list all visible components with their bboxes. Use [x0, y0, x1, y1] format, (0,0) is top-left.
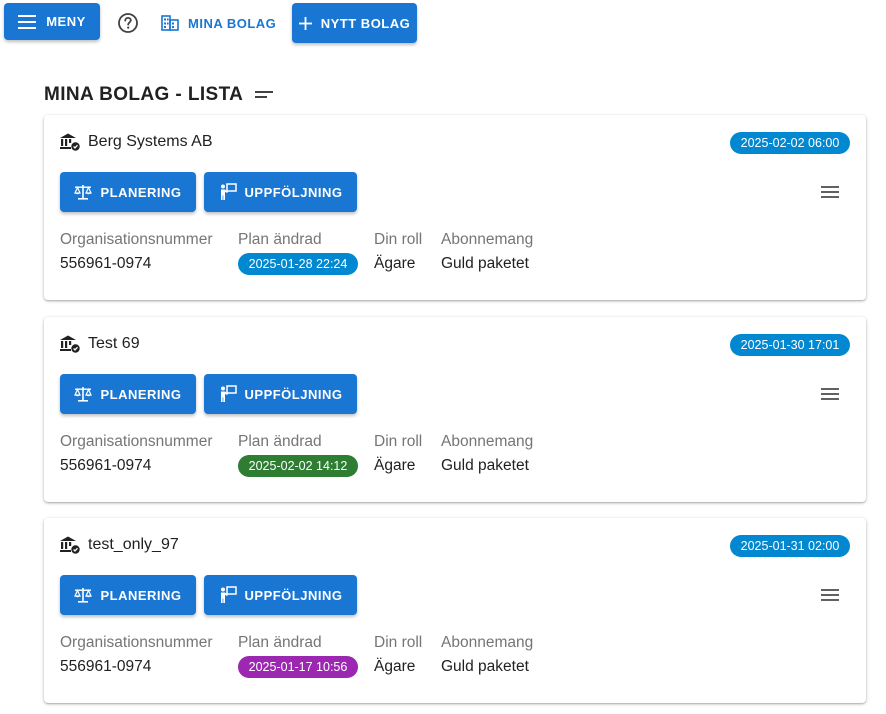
- hamburger-menu-icon[interactable]: [820, 184, 840, 200]
- bank-verified-icon: [60, 536, 80, 554]
- subscription-label: Abonnemang: [441, 433, 534, 450]
- subscription-value: Guld paketet: [441, 658, 529, 675]
- company-name: Berg Systems AB: [88, 133, 213, 150]
- plus-icon: [298, 16, 312, 30]
- hamburger-menu-icon[interactable]: [820, 386, 840, 402]
- presenter-board-icon: [220, 385, 237, 402]
- planning-button[interactable]: PLANERING: [60, 172, 196, 212]
- subscription-label: Abonnemang: [441, 634, 534, 651]
- building-icon: [161, 15, 179, 31]
- bank-verified-icon: [60, 133, 80, 151]
- org-number-label: Organisationsnummer: [60, 634, 213, 651]
- menu-button[interactable]: MENY: [4, 3, 100, 40]
- subscription-label: Abonnemang: [441, 231, 534, 248]
- scale-balance-icon: [74, 185, 93, 200]
- plan-changed-badge: 2025-01-17 10:56: [238, 656, 358, 678]
- date-badge: 2025-01-31 02:00: [730, 535, 850, 557]
- role-value: Ägare: [374, 255, 416, 272]
- top-toolbar: MENY MINA BOLAG NYTT BOLAG: [0, 0, 886, 50]
- org-number-label: Organisationsnummer: [60, 231, 213, 248]
- planning-button[interactable]: PLANERING: [60, 374, 196, 414]
- page-title: MINA BOLAG - LISTA: [44, 84, 244, 105]
- role-value: Ägare: [374, 658, 416, 675]
- org-number-value: 556961-0974: [60, 658, 152, 675]
- my-companies-label: MINA BOLAG: [188, 15, 277, 31]
- followup-button[interactable]: UPPFÖLJNING: [204, 575, 357, 615]
- followup-button[interactable]: UPPFÖLJNING: [204, 374, 357, 414]
- followup-button[interactable]: UPPFÖLJNING: [204, 172, 357, 212]
- company-card: Berg Systems AB 2025-02-02 06:00 PLANERI…: [44, 115, 866, 300]
- menu-button-label: MENY: [46, 14, 86, 29]
- plan-changed-badge: 2025-02-02 14:12: [238, 455, 358, 477]
- role-label: Din roll: [374, 231, 423, 248]
- planning-button-label: PLANERING: [100, 587, 182, 603]
- hamburger-icon: [18, 14, 37, 29]
- sort-lines-icon[interactable]: [254, 88, 274, 104]
- planning-button-label: PLANERING: [100, 386, 182, 402]
- presenter-board-icon: [220, 586, 237, 603]
- role-label: Din roll: [374, 634, 423, 651]
- planning-button-label: PLANERING: [100, 184, 182, 200]
- followup-button-label: UPPFÖLJNING: [244, 587, 343, 603]
- my-companies-link[interactable]: MINA BOLAG: [161, 13, 276, 33]
- bank-verified-icon: [60, 335, 80, 353]
- presenter-board-icon: [220, 183, 237, 200]
- new-company-button[interactable]: NYTT BOLAG: [292, 3, 417, 43]
- plan-changed-label: Plan ändrad: [238, 634, 322, 651]
- plan-changed-label: Plan ändrad: [238, 433, 322, 450]
- org-number-label: Organisationsnummer: [60, 433, 213, 450]
- role-value: Ägare: [374, 457, 416, 474]
- scale-balance-icon: [74, 387, 93, 402]
- org-number-value: 556961-0974: [60, 457, 152, 474]
- hamburger-menu-icon[interactable]: [820, 587, 840, 603]
- org-number-value: 556961-0974: [60, 255, 152, 272]
- date-badge: 2025-02-02 06:00: [730, 132, 850, 154]
- company-card: Test 69 2025-01-30 17:01 PLANERING UPPFÖ…: [44, 317, 866, 502]
- followup-button-label: UPPFÖLJNING: [244, 386, 343, 402]
- followup-button-label: UPPFÖLJNING: [244, 184, 343, 200]
- planning-button[interactable]: PLANERING: [60, 575, 196, 615]
- new-company-label: NYTT BOLAG: [320, 15, 411, 31]
- role-label: Din roll: [374, 433, 423, 450]
- date-badge: 2025-01-30 17:01: [730, 334, 850, 356]
- plan-changed-badge: 2025-01-28 22:24: [238, 253, 358, 275]
- scale-balance-icon: [74, 588, 93, 603]
- company-card: test_only_97 2025-01-31 02:00 PLANERING …: [44, 518, 866, 703]
- company-name: Test 69: [88, 335, 140, 352]
- company-name: test_only_97: [88, 536, 179, 553]
- plan-changed-label: Plan ändrad: [238, 231, 322, 248]
- help-circle-icon[interactable]: [117, 12, 139, 34]
- subscription-value: Guld paketet: [441, 255, 529, 272]
- subscription-value: Guld paketet: [441, 457, 529, 474]
